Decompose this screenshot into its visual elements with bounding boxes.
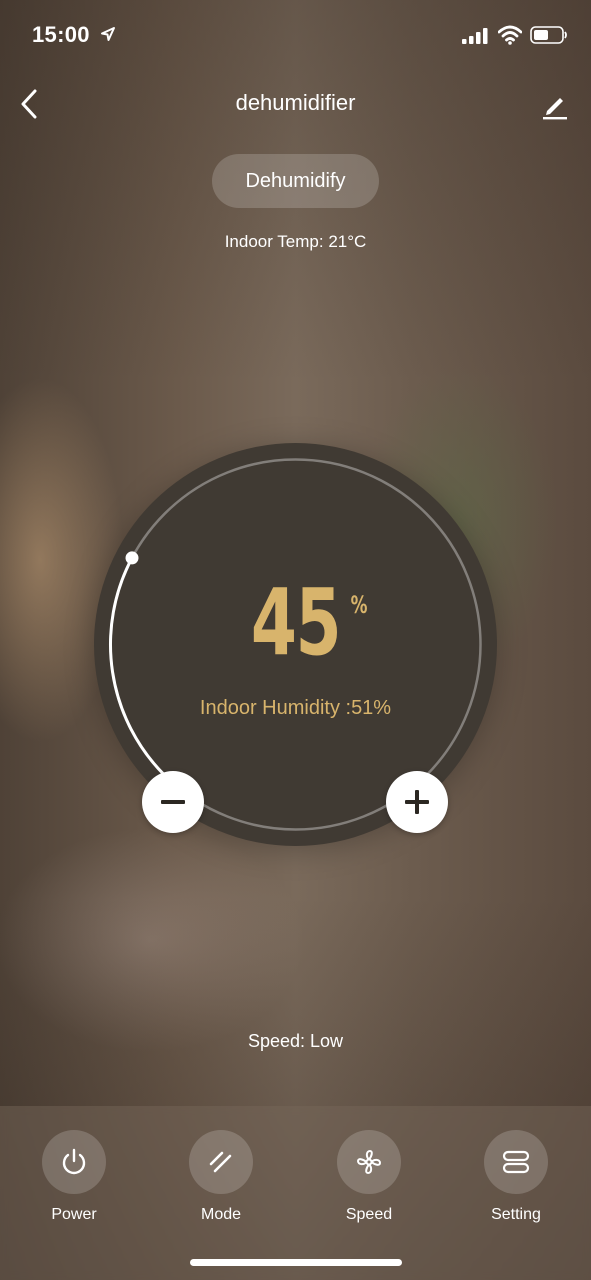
settings-icon (502, 1150, 530, 1174)
wifi-icon (498, 25, 522, 45)
mode-label: Dehumidify (245, 169, 346, 192)
target-humidity-value: 45 (250, 569, 342, 676)
power-icon (62, 1148, 86, 1175)
status-time: 15:00 (32, 22, 90, 47)
edit-button[interactable] (539, 90, 571, 122)
power-label: Power (51, 1206, 97, 1223)
power-button[interactable]: Power (19, 1130, 129, 1224)
home-indicator (190, 1259, 402, 1266)
status-bar: 15:00 (0, 0, 591, 72)
plus-icon (405, 790, 429, 814)
fan-icon-circle (337, 1130, 401, 1194)
speed-label: Speed (345, 1206, 393, 1223)
bottom-control-bar: Power Mode Speed Setting (0, 1106, 591, 1280)
cellular-signal-icon (462, 28, 488, 44)
mode-label-bottom: Mode (200, 1206, 242, 1223)
setting-label: Setting (491, 1206, 541, 1223)
mode-icon-circle (189, 1130, 253, 1194)
settings-icon-circle (484, 1130, 548, 1194)
target-humidity-unit: % (350, 591, 368, 619)
location-arrow-icon (101, 27, 115, 41)
dial-knob[interactable] (125, 551, 139, 565)
increase-button[interactable] (386, 771, 448, 833)
minus-icon (161, 800, 185, 804)
setting-button[interactable]: Setting (461, 1130, 571, 1224)
pencil-icon (543, 98, 567, 120)
indoor-humidity: Indoor Humidity :51% (199, 697, 392, 719)
mode-icon (209, 1151, 232, 1173)
decrease-button[interactable] (142, 771, 204, 833)
header: dehumidifier (0, 80, 591, 130)
speed-status: Speed: Low (247, 1031, 344, 1051)
battery-icon (530, 26, 567, 44)
indoor-temperature: Indoor Temp: 21°C (224, 232, 367, 251)
page-title: dehumidifier (235, 90, 356, 115)
mode-pill[interactable]: Dehumidify (212, 154, 379, 208)
fan-icon (357, 1150, 381, 1174)
power-icon-circle (42, 1130, 106, 1194)
mode-button[interactable]: Mode (166, 1130, 276, 1224)
speed-button[interactable]: Speed (314, 1130, 424, 1224)
